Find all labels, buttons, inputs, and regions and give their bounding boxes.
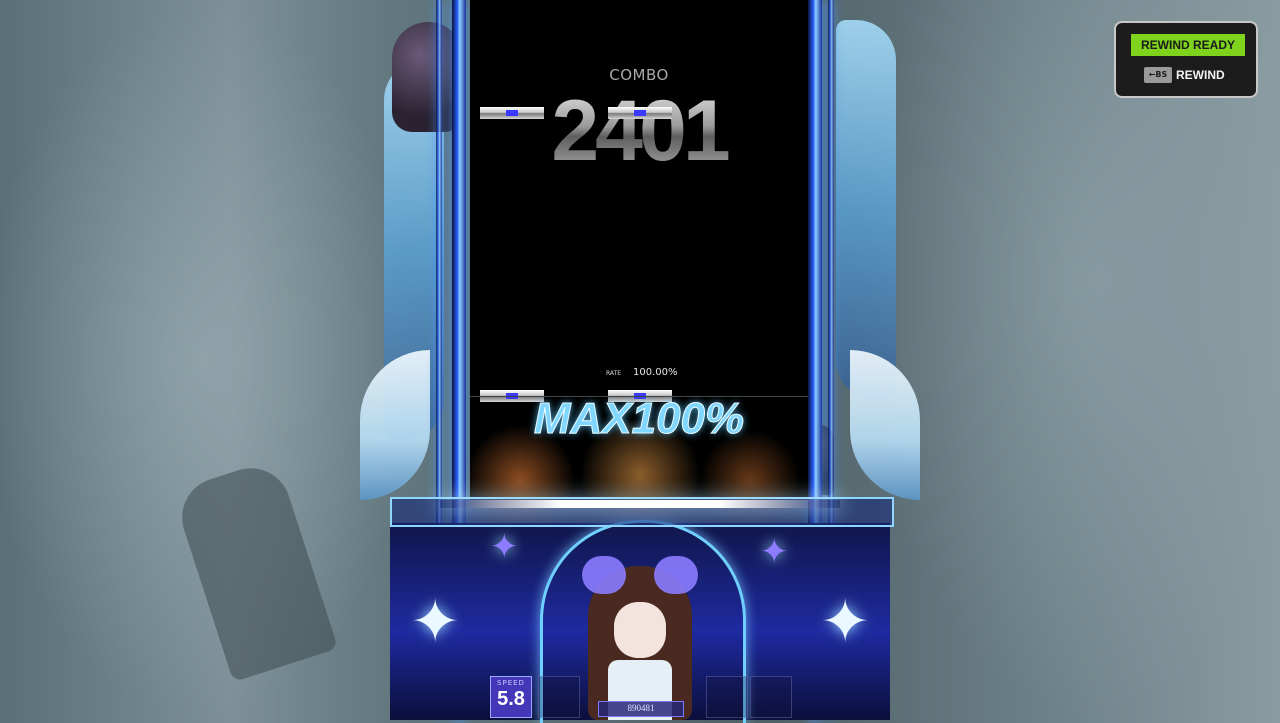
speed-label: SPEED bbox=[497, 679, 525, 687]
rate-value: 100.00% bbox=[633, 367, 678, 378]
speed-value: 5.8 bbox=[497, 688, 525, 710]
score-value: 890481 bbox=[627, 703, 655, 713]
effect-slot bbox=[538, 676, 580, 718]
character-bow bbox=[582, 556, 626, 594]
character-portrait bbox=[578, 548, 702, 720]
effect-slot bbox=[706, 676, 748, 718]
rate-display: RATE 100.00% bbox=[606, 366, 686, 380]
rewind-ready-badge: REWIND READY bbox=[1131, 34, 1245, 56]
background-right-blur bbox=[860, 0, 1280, 720]
backspace-key-icon[interactable]: ←BS bbox=[1144, 67, 1172, 83]
rate-label: RATE bbox=[606, 370, 622, 377]
sparkle-star-icon: ✦ bbox=[760, 532, 789, 572]
note-icon bbox=[608, 107, 672, 119]
character-bow bbox=[654, 556, 698, 594]
combo-counter: 2401 bbox=[470, 82, 808, 181]
note-icon bbox=[480, 107, 544, 119]
score-display: 890481 bbox=[598, 701, 684, 717]
effect-slot bbox=[750, 676, 792, 718]
sparkle-star-icon: ✦ bbox=[820, 587, 871, 657]
sparkle-star-icon: ✦ bbox=[490, 527, 519, 567]
character-face bbox=[614, 602, 666, 658]
sparkle-star-icon: ✦ bbox=[410, 587, 461, 657]
rewind-button[interactable]: REWIND bbox=[1176, 67, 1225, 83]
hit-flash bbox=[440, 500, 840, 508]
speed-indicator: SPEED 5.8 bbox=[490, 676, 532, 718]
right-ornament bbox=[836, 20, 896, 400]
judgement-text: MAX100% bbox=[533, 394, 745, 444]
rewind-panel: REWIND READY ←BS REWIND bbox=[1114, 21, 1258, 98]
